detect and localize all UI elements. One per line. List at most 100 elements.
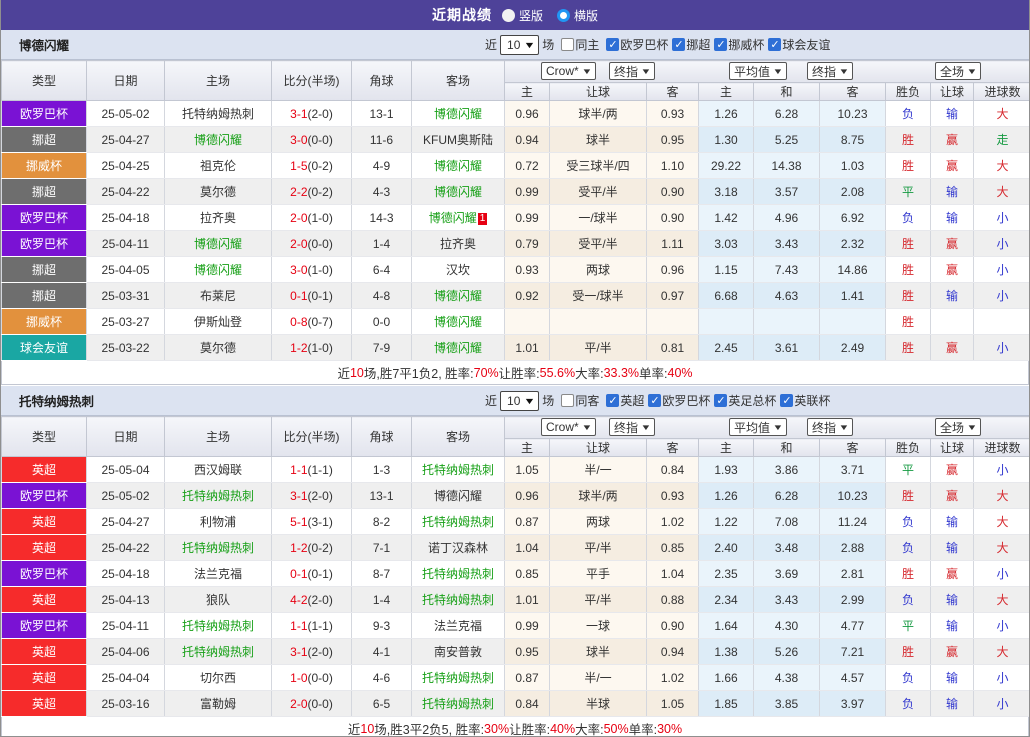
result-handicap: 输: [930, 282, 974, 309]
view-mode-vertical[interactable]: 竖版: [501, 7, 543, 24]
average-select[interactable]: 平均值 ▼: [729, 62, 787, 80]
avg-home: 1.64: [698, 612, 754, 639]
match-row: 英超 25-04-04 切尔西 1-0(0-0) 4-6 托特纳姆热刺 0.87 半/一 1.0…: [1, 664, 1029, 691]
league-checkbox[interactable]: [714, 393, 728, 407]
result-goals: 小: [973, 230, 1029, 257]
league-filter[interactable]: 球会友谊: [768, 36, 830, 53]
result-wdl: 胜: [885, 482, 931, 509]
full-match-select[interactable]: 全场 ▼: [935, 62, 981, 80]
match-date: 25-04-06: [86, 638, 165, 665]
league-filter[interactable]: 英超: [606, 392, 644, 409]
final-odds-select-2[interactable]: 终指 ▼: [807, 418, 853, 436]
same-venue-label: 同主: [575, 38, 600, 52]
avg-away: 14.86: [819, 256, 886, 283]
away-team: 博德闪耀: [411, 334, 505, 361]
away-team: 博德闪耀: [411, 282, 505, 309]
odds-away: 0.84: [646, 456, 699, 483]
avg-draw: 3.57: [753, 178, 820, 205]
chevron-down-icon: ▼: [640, 422, 652, 432]
result-goals: 小: [973, 204, 1029, 231]
col-home: 主场: [164, 416, 272, 457]
league-checkbox[interactable]: [606, 37, 620, 51]
league-checkbox[interactable]: [606, 393, 620, 407]
score-cell: 1-0(0-0): [271, 664, 352, 691]
recent-count-select[interactable]: 10 ▼: [500, 390, 540, 411]
corner-count: 1-3: [351, 456, 412, 483]
same-venue-checkbox[interactable]: [561, 38, 575, 51]
home-team: 拉齐奥: [164, 204, 272, 231]
league-filter[interactable]: 英足总杯: [714, 392, 776, 409]
col-odds-away: 客: [646, 82, 699, 101]
avg-home: 1.26: [698, 100, 754, 127]
league-checkbox[interactable]: [714, 37, 728, 51]
result-goals: 小: [973, 256, 1029, 283]
result-wdl: 胜: [885, 230, 931, 257]
odds-away: 1.11: [646, 230, 699, 257]
avg-draw: 5.25: [753, 126, 820, 153]
bookmaker-select[interactable]: Crow* ▼: [541, 62, 596, 80]
handicap-line: 受一/球半: [549, 282, 647, 309]
col-score: 比分(半场): [271, 416, 352, 457]
team-section-bar: 托特纳姆热刺 近 10▼ 场 同客 英超 欧罗巴杯 英足总杯 英联杯: [1, 386, 1029, 416]
radio-icon[interactable]: [501, 8, 515, 22]
avg-draw: [753, 308, 820, 335]
result-handicap: 赢: [930, 482, 974, 509]
league-badge: 欧罗巴杯: [1, 230, 87, 257]
final-odds-select-1[interactable]: 终指 ▼: [609, 62, 655, 80]
odds-away: 1.04: [646, 560, 699, 587]
avg-away: 10.23: [819, 100, 886, 127]
league-badge: 欧罗巴杯: [1, 612, 87, 639]
away-team: 托特纳姆热刺: [411, 664, 505, 691]
matches-table: 类型 日期 主场 比分(半场) 角球 客场 Crow* ▼ 终指 ▼ 平均值 ▼ 终指…: [1, 416, 1029, 717]
match-date: 25-03-31: [86, 282, 165, 309]
same-venue-filter[interactable]: 同客: [561, 392, 599, 409]
result-handicap: 赢: [930, 638, 974, 665]
result-goals: [973, 308, 1029, 335]
radio-icon-selected[interactable]: [557, 8, 570, 22]
full-match-select[interactable]: 全场 ▼: [935, 418, 981, 436]
league-filter[interactable]: 英联杯: [780, 392, 830, 409]
handicap-line: 两球: [549, 256, 647, 283]
recent-count-select[interactable]: 10 ▼: [500, 34, 540, 55]
away-team: 拉齐奥: [411, 230, 505, 257]
col-away: 客场: [411, 416, 505, 457]
home-team: 博德闪耀: [164, 230, 272, 257]
match-date: 25-04-05: [86, 256, 165, 283]
handicap-line: 受平/半: [549, 178, 647, 205]
away-team: 托特纳姆热刺: [411, 690, 505, 717]
league-filter[interactable]: 欧罗巴杯: [606, 36, 668, 53]
league-checkbox[interactable]: [768, 37, 782, 51]
bookmaker-select[interactable]: Crow* ▼: [541, 418, 596, 436]
same-venue-filter[interactable]: 同主: [561, 36, 599, 53]
match-date: 25-03-27: [86, 308, 165, 335]
final-odds-select-2[interactable]: 终指 ▼: [807, 62, 853, 80]
corner-count: 4-9: [351, 152, 412, 179]
col-avg-away: 客: [819, 82, 886, 101]
avg-away: 11.24: [819, 508, 886, 535]
league-checkbox[interactable]: [648, 393, 662, 407]
avg-home: 29.22: [698, 152, 754, 179]
result-handicap: 赢: [930, 152, 974, 179]
home-team: 博德闪耀: [164, 256, 272, 283]
league-badge: 英超: [1, 456, 87, 483]
league-filter[interactable]: 挪超: [672, 36, 710, 53]
league-checkbox[interactable]: [672, 37, 686, 51]
average-select[interactable]: 平均值 ▼: [729, 418, 787, 436]
league-checkbox[interactable]: [780, 393, 794, 407]
odds-away: 1.05: [646, 690, 699, 717]
col-avg-home: 主: [698, 82, 754, 101]
match-row: 欧罗巴杯 25-04-18 法兰克福 0-1(0-1) 8-7 托特纳姆热刺 0.85 平手 1…: [1, 560, 1029, 587]
final-odds-select-1[interactable]: 终指 ▼: [609, 418, 655, 436]
score-cell: 2-0(0-0): [271, 230, 352, 257]
handicap-line: 球半: [549, 126, 647, 153]
league-filter[interactable]: 挪威杯: [714, 36, 764, 53]
view-mode-horizontal[interactable]: 横版: [557, 7, 598, 24]
league-filter[interactable]: 欧罗巴杯: [648, 392, 710, 409]
avg-away: 2.99: [819, 586, 886, 613]
result-goals: 小: [973, 690, 1029, 717]
odds-away: [646, 308, 699, 335]
match-date: 25-05-02: [86, 482, 165, 509]
away-team: 托特纳姆热刺: [411, 560, 505, 587]
same-venue-checkbox[interactable]: [561, 394, 575, 407]
result-wdl: 胜: [885, 126, 931, 153]
